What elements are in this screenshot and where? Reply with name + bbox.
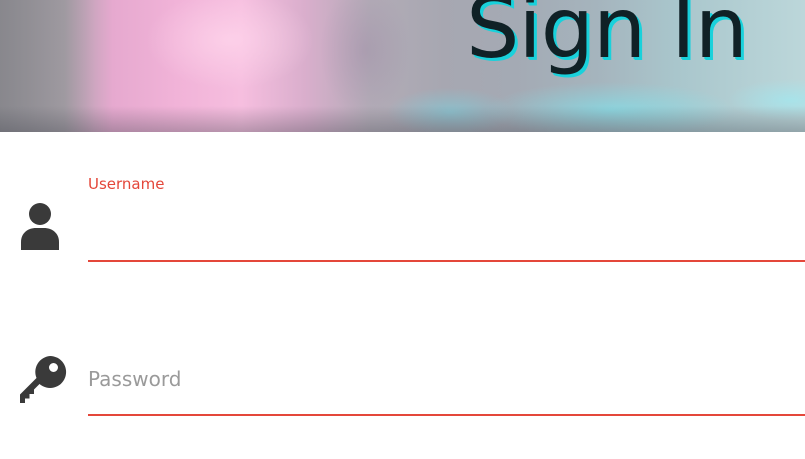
username-input-wrap: Username xyxy=(88,174,805,264)
username-field-group: Username xyxy=(0,174,805,264)
password-input-wrap xyxy=(88,356,805,418)
password-input[interactable] xyxy=(88,364,805,416)
username-label: Username xyxy=(88,175,165,193)
header-banner: Sign In xyxy=(0,0,805,132)
user-icon xyxy=(20,200,66,250)
banner-shade xyxy=(0,0,95,132)
password-field-group xyxy=(0,356,805,418)
page-title: Sign In xyxy=(466,0,748,77)
key-icon xyxy=(20,356,67,403)
username-input[interactable] xyxy=(88,206,805,262)
